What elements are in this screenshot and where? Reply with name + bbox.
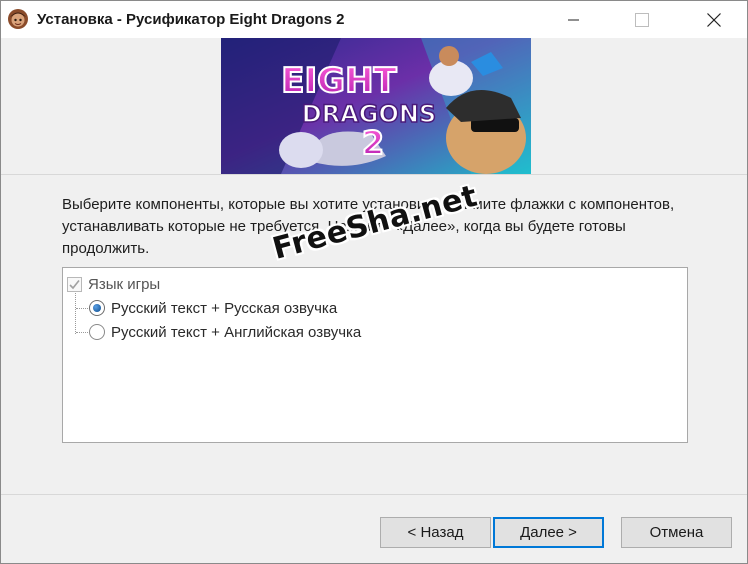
checkmark-icon	[69, 279, 80, 289]
option-label: Русский текст + Английская озвучка	[111, 323, 362, 341]
tree-connector-vertical	[75, 290, 76, 334]
footer-divider	[1, 494, 747, 495]
maximize-icon	[635, 12, 649, 27]
back-button[interactable]: < Назад	[380, 517, 491, 548]
next-button[interactable]: Далее >	[493, 517, 604, 548]
window-title: Установка - Русификатор Eight Dragons 2	[37, 11, 345, 28]
group-label: Язык игры	[88, 275, 161, 293]
game-banner-image: EIGHT DRAGONS 2	[221, 38, 531, 174]
banner-logo-line3: 2	[362, 124, 384, 162]
component-group-game-language[interactable]: Язык игры	[67, 272, 160, 296]
minimize-icon	[568, 19, 579, 20]
header-banner-area: EIGHT DRAGONS 2	[1, 38, 747, 175]
app-icon	[8, 9, 28, 29]
close-icon	[707, 12, 721, 27]
option-label: Русский текст + Русская озвучка	[111, 299, 338, 317]
banner-logo-line1: EIGHT	[281, 61, 397, 101]
maximize-button[interactable]	[619, 1, 665, 38]
close-button[interactable]	[691, 1, 737, 38]
radio-dot-icon	[93, 304, 101, 312]
components-tree[interactable]: Язык игры Русский текст + Русская озвучк…	[62, 267, 688, 443]
instructions-text: Выберите компоненты, которые вы хотите у…	[62, 196, 675, 257]
component-option-russian-voice[interactable]: Русский текст + Русская озвучка	[89, 296, 337, 320]
cancel-button[interactable]: Отмена	[621, 517, 732, 548]
installer-window: Установка - Русификатор Eight Dragons 2	[0, 0, 748, 564]
tree-connector-horizontal	[76, 308, 88, 309]
component-option-english-voice[interactable]: Русский текст + Английская озвучка	[89, 320, 361, 344]
radio-button-selected[interactable]	[89, 300, 105, 316]
group-checkbox[interactable]	[67, 276, 82, 292]
radio-button-unselected[interactable]	[89, 324, 105, 340]
title-bar[interactable]: Установка - Русификатор Eight Dragons 2	[1, 1, 747, 38]
minimize-button[interactable]	[551, 1, 597, 38]
tree-connector-horizontal	[76, 332, 88, 333]
